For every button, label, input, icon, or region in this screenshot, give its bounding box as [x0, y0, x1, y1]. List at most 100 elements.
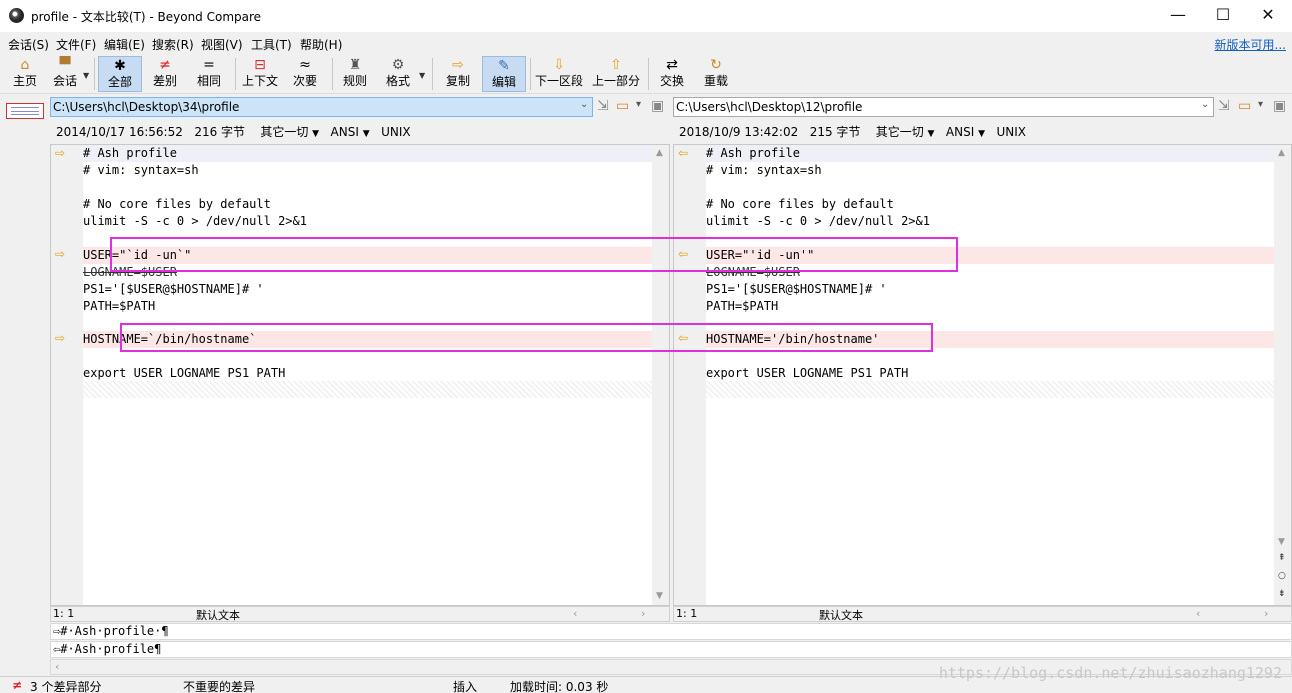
left-path-dropdown-icon[interactable]: ⌄	[580, 99, 588, 110]
prev-section-button[interactable]: ⇧ 上一部分	[590, 56, 642, 92]
scroll-up-icon[interactable]: ▲	[656, 148, 663, 158]
right-encoding-dropdown[interactable]: ANSI	[946, 125, 974, 139]
left-line-5[interactable]: ulimit -S -c 0 > /dev/null 2>&1	[83, 213, 307, 230]
menu-session[interactable]: 会话(S)	[8, 36, 49, 53]
format-gear-icon: ⚙	[391, 57, 405, 73]
right-line-4[interactable]: # No core files by default	[706, 196, 894, 213]
left-save-icon[interactable]: ▣	[651, 98, 664, 114]
scroll-up-icon[interactable]: ▲	[1278, 148, 1285, 158]
toolbar-separator	[332, 58, 333, 90]
right-line-1[interactable]: # Ash profile	[706, 145, 1276, 162]
menu-view[interactable]: 视图(V)	[201, 36, 243, 53]
next-diff-icon[interactable]: ⇟	[1278, 589, 1286, 599]
left-scrollbar[interactable]: ▲ ▼	[652, 145, 669, 605]
show-all-button[interactable]: ✱ 全部	[98, 56, 142, 92]
scroll-right-icon[interactable]: ›	[1264, 607, 1268, 620]
left-line-2[interactable]: # vim: syntax=sh	[83, 162, 199, 179]
copy-button[interactable]: ⇨ 复制	[440, 56, 476, 92]
format-dropdown-icon[interactable]: ▼	[419, 71, 425, 80]
toolbar-separator	[432, 58, 433, 90]
right-history-icon[interactable]: ⇲	[1218, 98, 1230, 114]
show-same-button[interactable]: = 相同	[190, 56, 228, 92]
toolbar-separator	[530, 58, 531, 90]
left-encoding-dropdown[interactable]: ANSI	[331, 125, 359, 139]
left-lineend[interactable]: UNIX	[381, 125, 411, 139]
right-other-dropdown[interactable]: 其它一切	[876, 125, 924, 139]
scroll-right-icon[interactable]: ›	[641, 607, 645, 620]
right-scrollbar[interactable]: ▲ ▼ ⇞ ○ ⇟	[1274, 145, 1291, 605]
scroll-down-icon[interactable]: ▼	[656, 591, 663, 601]
chevron-down-icon: ▼	[978, 129, 986, 139]
scroll-left-icon[interactable]: ‹	[55, 660, 59, 673]
left-path-input[interactable]: C:\Users\hcl\Desktop\34\profile	[50, 97, 593, 117]
close-icon[interactable]: ✕	[1245, 0, 1291, 32]
next-section-button[interactable]: ⇩ 下一区段	[534, 56, 584, 92]
left-other-dropdown[interactable]: 其它一切	[260, 125, 308, 139]
minor-button[interactable]: ≈ 次要	[286, 56, 324, 92]
scroll-left-icon[interactable]: ‹	[1196, 607, 1200, 620]
annotation-box-hostname	[120, 323, 933, 352]
left-cursor-position: 1: 1	[53, 607, 75, 620]
toolbar: ⌂ 主页 ▀ 会话 ▼ ✱ 全部 ≠ 差别 = 相同 ⊟ 上下文 ≈ 次要 ♜ …	[0, 54, 1292, 94]
center-icon[interactable]: ○	[1278, 571, 1286, 581]
left-line-9[interactable]: PS1='[$USER@$HOSTNAME]# '	[83, 281, 264, 298]
left-line-4[interactable]: # No core files by default	[83, 196, 271, 213]
approx-icon: ≈	[299, 57, 311, 73]
left-folder-dropdown-icon[interactable]: ▾	[636, 99, 641, 110]
menu-tools[interactable]: 工具(T)	[251, 36, 292, 53]
toolbar-separator	[235, 58, 236, 90]
right-path-input[interactable]: C:\Users\hcl\Desktop\12\profile	[673, 97, 1214, 117]
right-line-14[interactable]: export USER LOGNAME PS1 PATH	[706, 365, 908, 382]
context-button[interactable]: ⊟ 上下文	[240, 56, 280, 92]
watermark: https://blog.csdn.net/zhuisaozhang1292	[938, 664, 1282, 682]
context-icon: ⊟	[254, 57, 266, 73]
session-dropdown-icon[interactable]: ▼	[83, 71, 89, 80]
right-lineend[interactable]: UNIX	[996, 125, 1026, 139]
right-line-9[interactable]: PS1='[$USER@$HOSTNAME]# '	[706, 281, 887, 298]
right-save-icon[interactable]: ▣	[1273, 98, 1286, 114]
show-diffs-button[interactable]: ≠ 差别	[146, 56, 184, 92]
arrow-right-icon[interactable]: ⇨	[55, 332, 71, 345]
format-button[interactable]: ⚙ 格式	[380, 56, 416, 92]
right-cursor-position: 1: 1	[676, 607, 698, 620]
prev-diff-icon[interactable]: ⇞	[1278, 553, 1286, 563]
home-icon: ⌂	[20, 57, 30, 73]
right-folder-dropdown-icon[interactable]: ▾	[1258, 99, 1263, 110]
left-line-1[interactable]: # Ash profile	[83, 145, 653, 162]
scroll-left-icon[interactable]: ‹	[573, 607, 577, 620]
not-equal-icon: ≠	[159, 57, 171, 73]
right-pane-status: 1: 1 默认文本 ‹ ›	[673, 606, 1292, 622]
rules-button[interactable]: ♜ 规则	[338, 56, 372, 92]
reload-button[interactable]: ↻ 重载	[698, 56, 734, 92]
minimize-icon[interactable]: —	[1155, 0, 1201, 32]
left-line-10[interactable]: PATH=$PATH	[83, 298, 155, 315]
toolbar-separator	[94, 58, 95, 90]
menu-file[interactable]: 文件(F)	[56, 36, 96, 53]
scroll-down-icon[interactable]: ▼	[1278, 537, 1285, 547]
right-line-10[interactable]: PATH=$PATH	[706, 298, 778, 315]
right-line-2[interactable]: # vim: syntax=sh	[706, 162, 822, 179]
swap-button[interactable]: ⇄ 交换	[654, 56, 690, 92]
home-button[interactable]: ⌂ 主页	[6, 56, 44, 92]
left-history-icon[interactable]: ⇲	[597, 98, 609, 114]
right-line-5[interactable]: ulimit -S -c 0 > /dev/null 2>&1	[706, 213, 930, 230]
right-folder-icon[interactable]: ▭	[1238, 98, 1251, 114]
new-version-link[interactable]: 新版本可用...	[1215, 36, 1286, 53]
menu-search[interactable]: 搜索(R)	[152, 36, 194, 53]
arrow-left-icon[interactable]: ⇦	[678, 147, 694, 160]
right-text-pane[interactable]: ⇦ ⇦ ⇦ # Ash profile # vim: syntax=sh # N…	[673, 144, 1292, 606]
overview-thumbnail[interactable]	[6, 103, 44, 119]
left-folder-icon[interactable]: ▭	[616, 98, 629, 114]
menu-edit[interactable]: 编辑(E)	[104, 36, 145, 53]
arrow-right-icon[interactable]: ⇨	[55, 147, 71, 160]
left-text-pane[interactable]: ⇨ ⇨ ⇨ # Ash profile # vim: syntax=sh # N…	[50, 144, 670, 606]
right-path-dropdown-icon[interactable]: ⌄	[1201, 99, 1209, 110]
edit-button[interactable]: ✎ 编辑	[482, 56, 526, 92]
left-line-14[interactable]: export USER LOGNAME PS1 PATH	[83, 365, 285, 382]
maximize-icon[interactable]: ☐	[1200, 0, 1246, 32]
chevron-down-icon: ▼	[927, 129, 935, 139]
menu-bar: 会话(S) 文件(F) 编辑(E) 搜索(R) 视图(V) 工具(T) 帮助(H…	[0, 32, 1292, 54]
menu-help[interactable]: 帮助(H)	[300, 36, 342, 53]
arrow-right-icon[interactable]: ⇨	[55, 248, 71, 261]
session-button[interactable]: ▀ 会话	[48, 56, 82, 92]
